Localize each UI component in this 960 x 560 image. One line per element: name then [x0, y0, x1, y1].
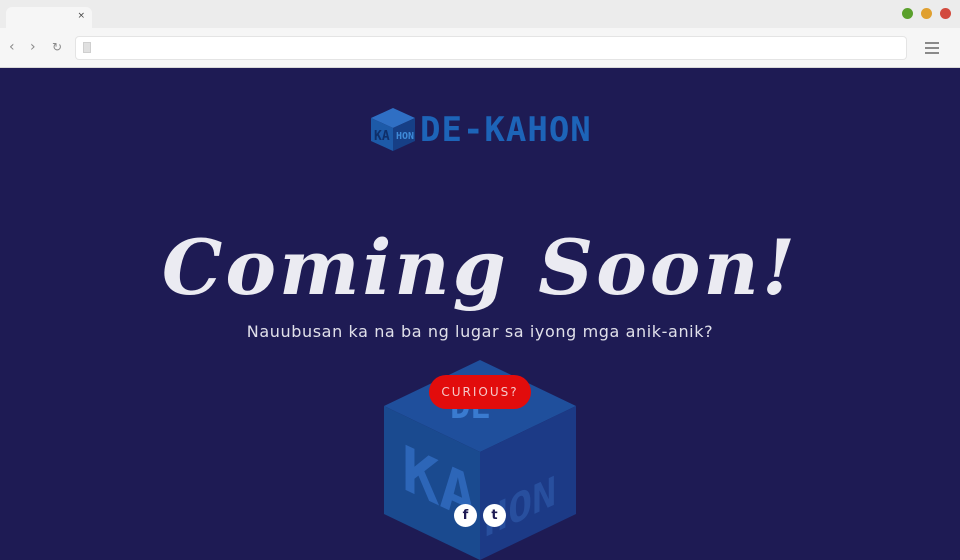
tagline: Nauubusan ka na ba ng lugar sa iyong mga… — [246, 322, 714, 341]
page-title: Coming Soon! — [161, 223, 799, 312]
forward-icon[interactable]: › — [30, 39, 36, 55]
reload-icon[interactable]: ↻ — [52, 39, 62, 55]
svg-text:HON: HON — [396, 131, 414, 142]
twitter-icon[interactable]: t — [483, 504, 506, 527]
back-icon[interactable]: ‹ — [9, 39, 15, 55]
cube-logo-icon: KA HON — [371, 108, 415, 151]
hamburger-icon[interactable] — [925, 42, 939, 57]
tab-close-icon[interactable]: × — [77, 11, 85, 22]
tab-bar: × — [0, 0, 960, 28]
page-icon — [83, 42, 91, 53]
browser-window: × ‹ › ↻ KA HON DE-KAHON Coming Soon! Nau… — [0, 0, 960, 560]
address-bar[interactable] — [76, 37, 906, 59]
facebook-icon[interactable]: f — [454, 504, 477, 527]
brand-logo-text: DE-KAHON — [420, 110, 592, 150]
window-maximize-dot[interactable] — [902, 8, 913, 19]
window-close-dot[interactable] — [940, 8, 951, 19]
browser-tab[interactable]: × — [6, 7, 92, 28]
browser-toolbar: ‹ › ↻ — [0, 28, 960, 68]
curious-button[interactable]: CURIOUS? — [429, 375, 531, 409]
page-content: KA HON DE-KAHON Coming Soon! Nauubusan k… — [0, 68, 960, 560]
window-minimize-dot[interactable] — [921, 8, 932, 19]
svg-text:KA: KA — [374, 129, 390, 144]
